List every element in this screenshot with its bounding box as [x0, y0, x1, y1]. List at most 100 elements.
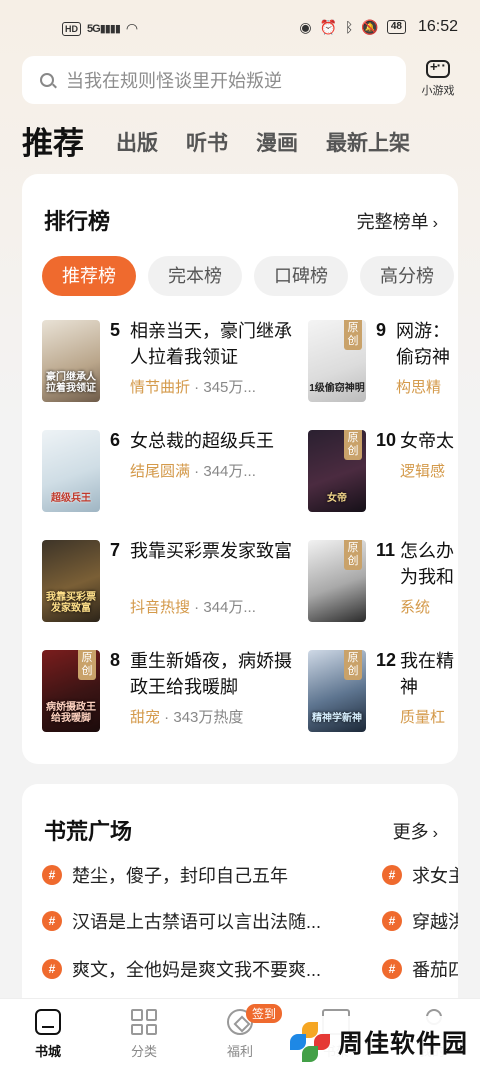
topic-item[interactable]: # 穿越洪	[382, 906, 458, 936]
topic-text: 穿越洪	[412, 912, 458, 932]
tab-audio[interactable]: 听书	[186, 122, 228, 166]
book-tag: 甜宠	[130, 709, 161, 726]
book-cover: 原创 女帝	[308, 430, 366, 512]
nav-label: 分类	[130, 1044, 157, 1059]
book-item[interactable]: 原创 女帝 10 女帝太 逻辑感	[308, 430, 458, 514]
search-bar[interactable]: 当我在规则怪谈里开始叛逆	[22, 56, 406, 104]
tab-comics[interactable]: 漫画	[256, 122, 298, 166]
book-title: 女总裁的超级兵王	[130, 431, 274, 451]
cover-text: 精神学新神	[312, 713, 362, 724]
original-badge: 原创	[344, 320, 362, 350]
mini-game-label: 小游戏	[421, 85, 455, 97]
book-meta: 系统	[400, 596, 430, 617]
book-title: 女帝太	[400, 431, 454, 451]
book-title: 我靠买彩票发家致富	[130, 541, 292, 561]
nav-category[interactable]: 分类	[109, 1009, 179, 1060]
full-ranking-label: 完整榜单	[356, 212, 429, 232]
book-heat: 344万...	[203, 599, 256, 616]
topic-item[interactable]: # 爽文，全他妈是爽文我不要爽...	[42, 954, 321, 984]
book-item[interactable]: 超级兵王 6 女总裁的超级兵王 结尾圆满 · 344万...	[42, 430, 302, 514]
rank-tab-high-score[interactable]: 高分榜	[360, 256, 454, 296]
hashtag-icon: #	[42, 911, 62, 931]
watermark-logo-icon	[290, 1021, 330, 1062]
rank-number: 11	[376, 540, 396, 560]
book-meta: 结尾圆满 · 344万...	[130, 463, 256, 480]
rank-number: 8	[110, 650, 121, 670]
book-cover: 超级兵王	[42, 430, 100, 512]
book-heat: 344万...	[203, 463, 256, 480]
topic-item[interactable]: # 楚尘，傻子，封印自己五年	[42, 860, 288, 890]
book-item[interactable]: 我靠买彩票发家致富 7 我靠买彩票发家致富 抖音热搜 · 344万...	[42, 540, 302, 624]
book-item[interactable]: 原创 11 怎么办为我和 系统	[308, 540, 458, 624]
nav-label: 书城	[34, 1044, 61, 1059]
rank-number: 10	[376, 430, 397, 450]
rank-number: 7	[110, 540, 121, 560]
tab-new[interactable]: 最新上架	[326, 122, 410, 166]
bookstore-icon	[35, 1009, 61, 1035]
rank-tab-completed[interactable]: 完本榜	[148, 256, 242, 296]
battery-icon: 48	[386, 20, 406, 34]
alarm-icon: ⏰	[319, 18, 337, 35]
book-meta: 逻辑感	[400, 460, 445, 481]
rank-tab-reputation[interactable]: 口碑榜	[254, 256, 348, 296]
checkin-badge[interactable]: 签到	[246, 1004, 283, 1023]
bluetooth-icon: ᛒ	[344, 19, 354, 35]
topic-item[interactable]: # 求女主	[382, 860, 458, 890]
book-cover: 原创 1级偷窃神明	[308, 320, 366, 402]
topic-text: 汉语是上古禁语可以言出法随...	[72, 912, 322, 932]
topic-text: 爽文，全他妈是爽文我不要爽...	[72, 960, 322, 980]
rank-tab-recommend[interactable]: 推荐榜	[42, 256, 136, 296]
original-badge: 原创	[344, 540, 362, 570]
ranking-tabs: 推荐榜 完本榜 口碑榜 高分榜	[42, 256, 454, 296]
book-tag: 质量杠	[400, 709, 446, 726]
book-title: 怎么办为我和	[400, 541, 454, 587]
book-item[interactable]: 豪门继承人拉着我领证 5 相亲当天，豪门继承人拉着我领证 情节曲折 · 345万…	[42, 320, 302, 404]
topic-text: 楚尘，傻子，封印自己五年	[72, 866, 288, 886]
book-plaza-card: 书荒广场 更多 › # 楚尘，傻子，封印自己五年 # 汉语是上古禁语可以言出法随.…	[22, 784, 458, 1024]
book-cover: 原创 病娇摄政王给我暖脚	[42, 650, 100, 732]
category-icon	[131, 1009, 157, 1035]
plaza-title: 书荒广场	[44, 819, 133, 844]
topic-item[interactable]: # 番茄四	[382, 954, 458, 984]
rank-number: 6	[110, 430, 121, 450]
full-ranking-link[interactable]: 完整榜单 ›	[357, 208, 438, 234]
nav-label: 福利	[226, 1044, 253, 1059]
mini-game-button[interactable]: 小游戏	[416, 57, 460, 104]
cover-text: 豪门继承人拉着我领证	[46, 372, 96, 394]
book-tag: 系统	[400, 599, 431, 616]
nav-bookstore[interactable]: 书城	[13, 1009, 83, 1060]
cover-text: 我靠买彩票发家致富	[46, 592, 96, 614]
book-cover: 豪门继承人拉着我领证	[42, 320, 100, 402]
book-meta: 质量杠	[400, 706, 445, 727]
cover-text: 病娇摄政王给我暖脚	[46, 702, 96, 724]
clock: 16:52	[417, 18, 458, 35]
topic-item[interactable]: # 汉语是上古禁语可以言出法随...	[42, 906, 321, 936]
cover-text: 1级偷窃神明	[309, 383, 365, 394]
ranking-title: 排行榜	[44, 209, 111, 234]
ranking-card: 排行榜 完整榜单 › 推荐榜 完本榜 口碑榜 高分榜 豪门继承人拉着我领证 5 相…	[22, 174, 458, 764]
topic-text: 番茄四	[412, 960, 458, 980]
book-heat: 343万热度	[173, 709, 244, 726]
status-bar: HD 5G▮▮▮▮ ◠ ◉ ⏰ ᛒ 🔕 48 16:52	[0, 0, 480, 52]
tab-recommend[interactable]: 推荐	[22, 122, 84, 166]
book-title: 重生新婚夜，病娇摄政王给我暖脚	[130, 651, 292, 697]
signal-icon: 5G▮▮▮▮	[87, 23, 121, 35]
book-tag: 情节曲折	[130, 379, 191, 396]
book-item[interactable]: 原创 病娇摄政王给我暖脚 8 重生新婚夜，病娇摄政王给我暖脚 甜宠 · 343万…	[42, 650, 302, 734]
mute-icon: 🔕	[361, 18, 379, 35]
hashtag-icon: #	[382, 911, 402, 931]
plaza-more-link[interactable]: 更多 ›	[393, 818, 438, 844]
plaza-more-label: 更多	[392, 822, 429, 842]
wifi-icon: ◠	[125, 20, 139, 36]
rank-number: 12	[376, 650, 397, 670]
tab-publish[interactable]: 出版	[116, 122, 158, 166]
hashtag-icon: #	[382, 959, 402, 979]
hd-icon: HD	[62, 21, 81, 36]
book-item[interactable]: 原创 1级偷窃神明 9 网游：偷窃神 构思精	[308, 320, 458, 404]
book-item[interactable]: 原创 精神学新神 12 我在精神 质量杠	[308, 650, 458, 734]
rank-number: 5	[110, 320, 121, 340]
original-badge: 原创	[344, 430, 362, 460]
gamepad-icon	[426, 57, 450, 78]
book-tag: 逻辑感	[400, 463, 446, 480]
rank-number: 9	[376, 320, 387, 340]
